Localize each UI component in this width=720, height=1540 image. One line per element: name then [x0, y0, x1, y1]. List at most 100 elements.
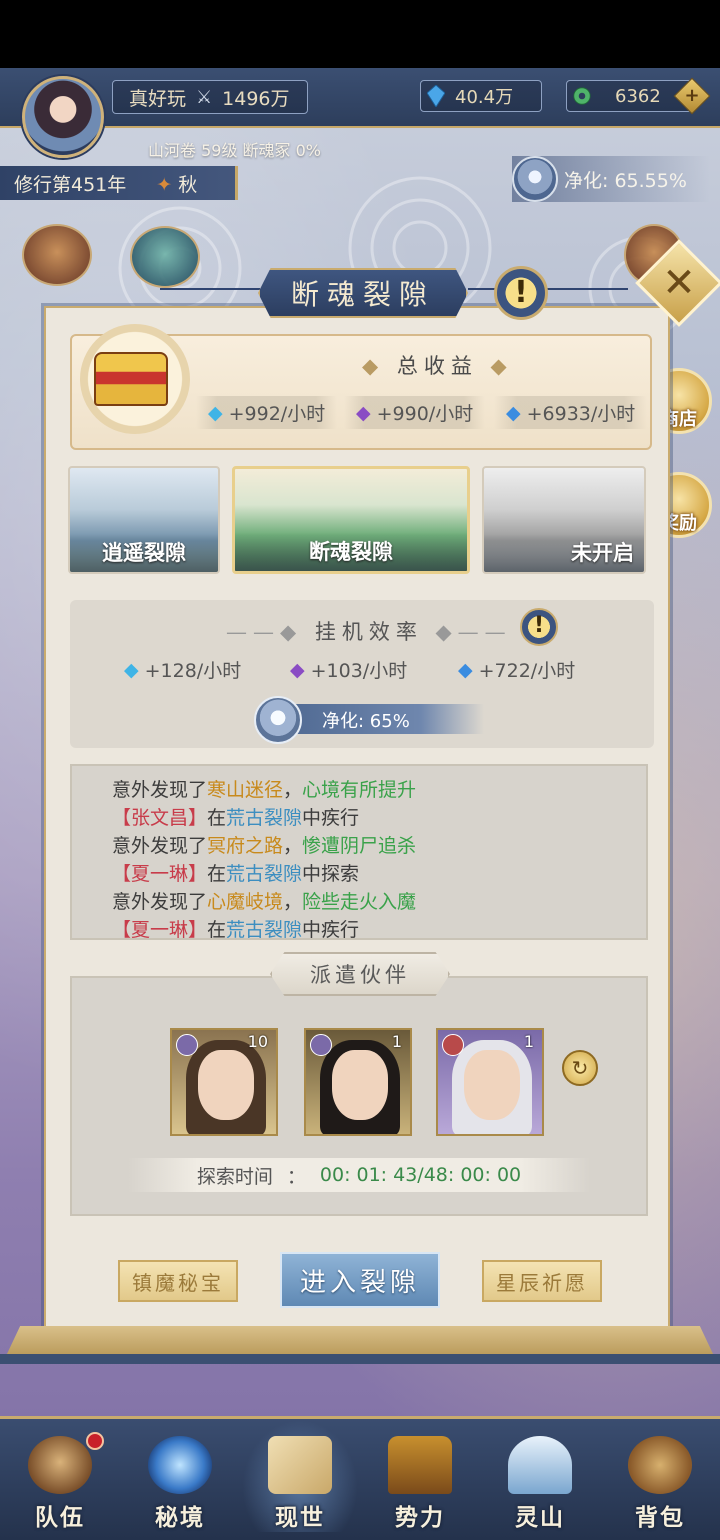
- rift-card-label: 逍遥裂隙: [70, 534, 218, 572]
- nav-faction[interactable]: 势力: [362, 1420, 478, 1532]
- income-rate-3-value: +6933/小时: [526, 403, 636, 425]
- map-herb-icon[interactable]: [130, 226, 200, 288]
- panel-base-shadow: [0, 1354, 720, 1364]
- rift-card-label: 未开启: [484, 534, 644, 572]
- explore-time-value: 00: 01: 43/48: 00: 00: [319, 1164, 522, 1186]
- demon-treasure-button[interactable]: 镇魔秘宝: [118, 1260, 238, 1302]
- log-segment: 荒古裂隙: [226, 807, 303, 829]
- purify-status[interactable]: 净化: 65.55%: [512, 156, 710, 202]
- refresh-icon[interactable]: ↻: [562, 1050, 598, 1086]
- nav-label: 背包: [635, 1504, 685, 1531]
- cyan-flame-icon: ◆: [124, 658, 139, 681]
- resource-1-value: 40.4万: [455, 87, 514, 108]
- season-text: ✦ 秋: [156, 170, 197, 197]
- partner-level: 1: [391, 1032, 402, 1051]
- log-segment: 寒山迷径: [207, 779, 284, 801]
- log-segment: 荒古裂隙: [226, 863, 303, 885]
- log-segment: 冥府之路: [207, 835, 284, 857]
- map-building-icon[interactable]: [22, 224, 92, 286]
- blue-crystal-icon: ◆: [458, 658, 473, 681]
- panel-title: 断魂裂隙: [258, 268, 468, 318]
- purify-top-label: 净化: 65.55%: [564, 169, 687, 192]
- log-line: 【张文昌】在荒古裂隙中疾行: [112, 804, 646, 832]
- log-segment: 在: [207, 807, 227, 829]
- element-icon: [176, 1034, 198, 1056]
- nav-label: 队伍: [35, 1504, 85, 1531]
- log-segment: 中疾行: [302, 807, 360, 829]
- rift-card-duanhun[interactable]: 断魂裂隙: [232, 466, 470, 574]
- log-segment: 意外发现了: [112, 835, 208, 857]
- log-line: 【夏一琳】在荒古裂隙中疾行: [112, 916, 646, 940]
- efficiency-rate-3-value: +722/小时: [478, 660, 576, 682]
- log-segment: ，: [283, 835, 303, 857]
- rift-card-label: 断魂裂隙: [235, 533, 467, 571]
- log-line: 意外发现了寒山迷径，心境有所提升: [112, 776, 646, 804]
- player-name-plate: 真好玩 ⚔ 1496万: [112, 80, 308, 114]
- efficiency-info-button[interactable]: !: [520, 608, 558, 646]
- chest-body: [94, 352, 168, 406]
- secret-realm-icon: [148, 1436, 212, 1494]
- star-wish-button[interactable]: 星辰祈愿: [482, 1260, 602, 1302]
- info-button[interactable]: !: [494, 266, 548, 320]
- nav-label: 势力: [395, 1504, 445, 1531]
- jade-coin-icon: [573, 87, 591, 105]
- income-rate-1: ◆ +992/小时: [196, 396, 338, 429]
- resource-2-pill: 6362 +: [566, 77, 711, 115]
- efficiency-title-text: 挂机效率: [314, 620, 423, 644]
- income-rate-1-value: +992/小时: [228, 403, 326, 425]
- cultivation-year-bar: 修行第451年 ✦ 秋: [0, 166, 238, 200]
- log-segment: 【夏一琳】: [112, 863, 208, 885]
- log-line: 【夏一琳】在荒古裂隙中探索: [112, 860, 646, 888]
- explore-time-separator: ：: [286, 1165, 306, 1188]
- team-icon: [28, 1436, 92, 1494]
- element-icon: [442, 1034, 464, 1056]
- explore-time-row: 探索时间 ： 00: 01: 43/48: 00: 00: [128, 1158, 590, 1192]
- log-segment: 意外发现了: [112, 891, 208, 913]
- nav-bag[interactable]: 背包: [602, 1420, 718, 1532]
- plus-icon: +: [684, 85, 700, 106]
- blue-crystal-icon: [427, 85, 445, 107]
- log-segment: 在: [207, 863, 227, 885]
- partner-card[interactable]: 1: [304, 1028, 412, 1136]
- log-line: 意外发现了冥府之路，惨遭阴尸追杀: [112, 832, 646, 860]
- player-avatar[interactable]: [22, 76, 104, 158]
- nav-secret-realm[interactable]: 秘境: [122, 1420, 238, 1532]
- log-segment: 惨遭阴尸追杀: [302, 835, 417, 857]
- income-rate-2-value: +990/小时: [376, 403, 474, 425]
- treasure-chest-icon[interactable]: [80, 324, 190, 434]
- enter-rift-button[interactable]: 进入裂隙: [280, 1252, 440, 1308]
- log-segment: 心境有所提升: [302, 779, 417, 801]
- log-segment: 【夏一琳】: [112, 919, 208, 940]
- income-rate-2: ◆ +990/小时: [344, 396, 486, 429]
- dispatch-title: 派遣伙伴: [270, 952, 450, 996]
- maple-leaf-icon: ✦: [156, 173, 173, 196]
- efficiency-rate-2-value: +103/小时: [310, 660, 408, 682]
- world-map-icon: [268, 1436, 332, 1494]
- partner-level: 1: [523, 1032, 534, 1051]
- notification-dot: [86, 1432, 104, 1450]
- banner-wing-left: [160, 288, 260, 298]
- log-segment: 荒古裂隙: [226, 919, 303, 940]
- rift-card-xiaoyao[interactable]: 逍遥裂隙: [68, 466, 220, 574]
- purify-orb-icon: [512, 156, 558, 202]
- total-income-title: ◆ 总收益 ◆: [362, 354, 513, 378]
- exploration-log[interactable]: 意外发现了寒山迷径，心境有所提升 【张文昌】在荒古裂隙中疾行 意外发现了冥府之路，惨…: [70, 764, 648, 940]
- partner-level: 10: [247, 1032, 268, 1051]
- efficiency-rate-1-value: +128/小时: [144, 660, 242, 682]
- purple-crystal-icon: ◆: [290, 658, 305, 681]
- log-segment: 险些走火入魔: [302, 891, 417, 913]
- nav-world[interactable]: 现世: [242, 1420, 358, 1532]
- purple-crystal-icon: ◆: [356, 401, 371, 424]
- banner-wing-right: [468, 288, 628, 298]
- efficiency-rate-3: ◆ +722/小时: [458, 656, 575, 683]
- partner-card[interactable]: 10: [170, 1028, 278, 1136]
- resource-2-value: 6362: [615, 85, 661, 107]
- resource-1-pill: 40.4万: [420, 80, 542, 112]
- partner-card[interactable]: 1: [436, 1028, 544, 1136]
- realm-info: 山河卷 59级 断魂冢 0%: [148, 141, 322, 160]
- nav-team[interactable]: 队伍: [2, 1420, 118, 1532]
- nav-spirit-mountain[interactable]: 灵山: [482, 1420, 598, 1532]
- purify-progress-label: 净化: 65%: [322, 711, 410, 732]
- log-segment: 心魔岐境: [207, 891, 284, 913]
- rift-card-locked[interactable]: 未开启: [482, 466, 646, 574]
